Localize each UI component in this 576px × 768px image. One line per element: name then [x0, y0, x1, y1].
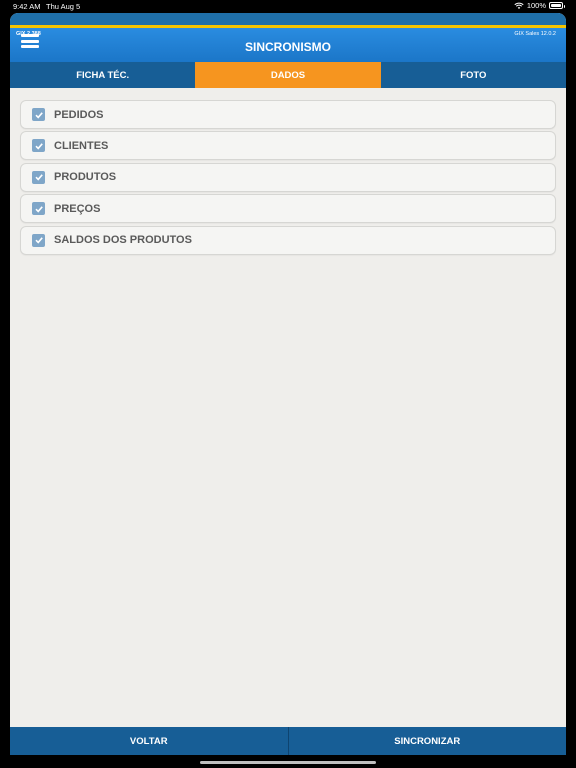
- tab-ficha-tecnica[interactable]: FICHA TÉC.: [10, 62, 195, 88]
- checkbox-checked-icon[interactable]: [32, 170, 45, 184]
- wifi-icon: [514, 2, 524, 9]
- checkbox-checked-icon[interactable]: [32, 139, 45, 153]
- sincronizar-button[interactable]: SINCRONIZAR: [289, 727, 567, 755]
- item-label: PEDIDOS: [54, 108, 104, 121]
- status-right: 100%: [514, 1, 565, 10]
- list-item-precos[interactable]: PREÇOS: [20, 194, 556, 224]
- list-item-saldos-produtos[interactable]: SALDOS DOS PRODUTOS: [20, 225, 556, 255]
- status-time: 9:42 AM: [13, 2, 41, 11]
- tab-bar: FICHA TÉC. DADOS FOTO: [10, 62, 566, 88]
- status-bar: 9:42 AM Thu Aug 5 100%: [0, 0, 576, 13]
- voltar-button[interactable]: VOLTAR: [10, 727, 288, 755]
- tab-dados[interactable]: DADOS: [195, 62, 381, 88]
- checkbox-checked-icon[interactable]: [32, 108, 45, 121]
- status-date: Thu Aug 5: [46, 2, 81, 11]
- checkbox-checked-icon[interactable]: [32, 233, 45, 247]
- app-header: GIX 2.388 GIX Sales 12.0.2 SINCRONISMO: [10, 28, 566, 62]
- item-label: SALDOS DOS PRODUTOS: [54, 234, 192, 247]
- item-label: PREÇOS: [54, 202, 101, 215]
- list-item-pedidos[interactable]: PEDIDOS: [20, 100, 556, 129]
- app-window: GIX 2.388 GIX Sales 12.0.2 SINCRONISMO F…: [10, 13, 566, 755]
- item-label: PRODUTOS: [54, 171, 117, 184]
- top-strip: [10, 13, 566, 28]
- list-item-produtos[interactable]: PRODUTOS: [20, 162, 556, 192]
- battery-percent: 100%: [526, 1, 546, 10]
- sync-item-list: PEDIDOS CLIENTES PRODUTOS PREÇOS SALDOS …: [10, 88, 566, 255]
- home-indicator: [200, 761, 376, 764]
- list-item-clientes[interactable]: CLIENTES: [20, 131, 556, 161]
- checkbox-checked-icon[interactable]: [32, 202, 45, 216]
- tab-foto[interactable]: FOTO: [381, 62, 566, 88]
- item-label: CLIENTES: [54, 139, 109, 152]
- version-right: GIX Sales 12.0.2: [514, 31, 556, 37]
- battery-icon: [549, 2, 565, 9]
- footer-bar: VOLTAR SINCRONIZAR: [10, 727, 566, 755]
- page-title: SINCRONISMO: [244, 40, 331, 54]
